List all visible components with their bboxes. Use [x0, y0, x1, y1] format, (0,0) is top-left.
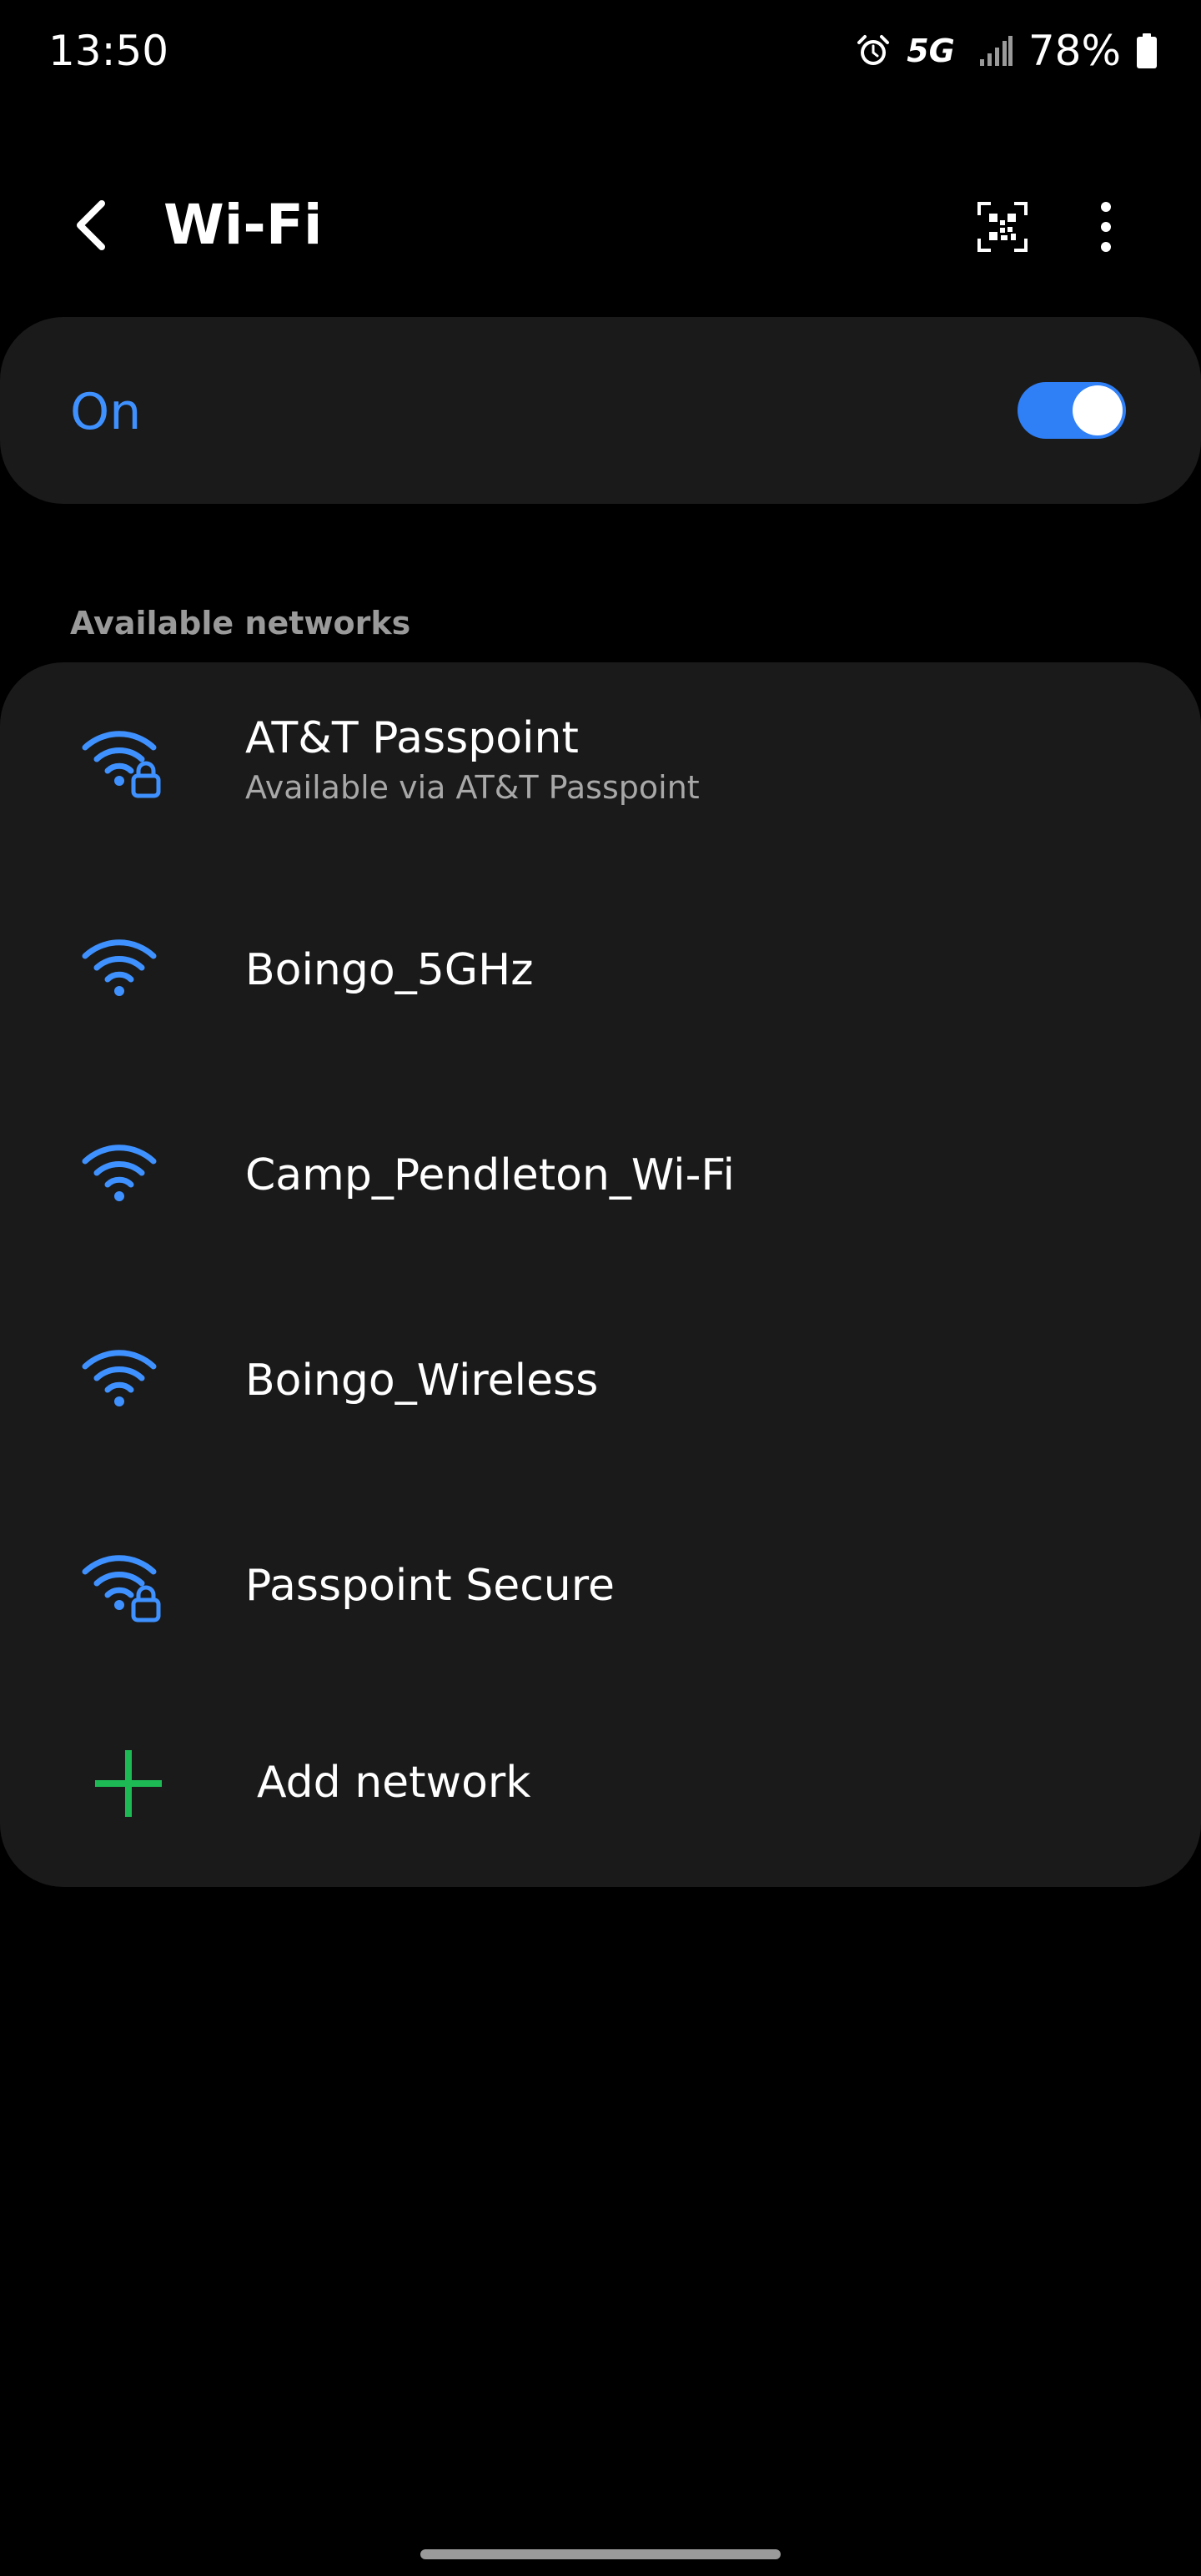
- signal-icon: [979, 36, 1013, 66]
- add-network-button[interactable]: Add network: [0, 1688, 1201, 1887]
- status-time: 13:50: [48, 27, 169, 75]
- network-subtitle: Available via AT&T Passpoint: [245, 769, 700, 806]
- app-header: Wi-Fi: [0, 167, 1201, 284]
- network-item-boingo-5ghz[interactable]: Boingo_5GHz: [0, 868, 1201, 1073]
- network-name: Camp_Pendleton_Wi-Fi: [245, 1150, 735, 1200]
- network-name: Passpoint Secure: [245, 1561, 615, 1611]
- qr-code-button[interactable]: [967, 192, 1038, 262]
- wifi-master-toggle-card[interactable]: On: [0, 317, 1201, 504]
- network-item-att-passpoint[interactable]: AT&T Passpoint Available via AT&T Passpo…: [0, 662, 1201, 868]
- network-item-boingo-wireless[interactable]: Boingo_Wireless: [0, 1278, 1201, 1483]
- back-button[interactable]: [58, 192, 125, 259]
- status-bar: 13:50 5G 78%: [0, 0, 1201, 103]
- wifi-toggle-label: On: [70, 383, 142, 441]
- wifi-switch[interactable]: [1018, 382, 1126, 439]
- wifi-icon: [82, 939, 157, 996]
- switch-knob: [1073, 385, 1123, 435]
- network-name: Boingo_5GHz: [245, 945, 534, 995]
- battery-percent: 78%: [1028, 27, 1121, 75]
- page-title: Wi-Fi: [163, 193, 323, 257]
- home-gesture-bar[interactable]: [420, 2549, 781, 2559]
- back-arrow-icon: [77, 200, 105, 250]
- network-name: Boingo_Wireless: [245, 1356, 599, 1406]
- plus-icon: [95, 1750, 162, 1817]
- more-options-button[interactable]: [1074, 192, 1138, 262]
- network-item-passpoint-secure[interactable]: Passpoint Secure: [0, 1483, 1201, 1688]
- battery-icon: [1137, 33, 1157, 68]
- qr-code-scan-icon: [977, 202, 1028, 252]
- alarm-icon: [857, 35, 890, 65]
- network-item-camp-pendleton[interactable]: Camp_Pendleton_Wi-Fi: [0, 1073, 1201, 1278]
- wifi-icon: [82, 1350, 157, 1406]
- add-network-label: Add network: [257, 1758, 531, 1808]
- more-options-icon: [1101, 202, 1111, 252]
- wifi-icon: [82, 1145, 157, 1201]
- available-networks-header: Available networks: [70, 605, 411, 641]
- network-name: AT&T Passpoint: [245, 713, 579, 763]
- network-type-5g: 5G: [907, 33, 955, 69]
- wifi-lock-icon: [82, 1555, 161, 1623]
- status-icons: 5G 78%: [855, 22, 1158, 80]
- wifi-lock-icon: [82, 731, 161, 798]
- network-list: AT&T Passpoint Available via AT&T Passpo…: [0, 662, 1201, 1887]
